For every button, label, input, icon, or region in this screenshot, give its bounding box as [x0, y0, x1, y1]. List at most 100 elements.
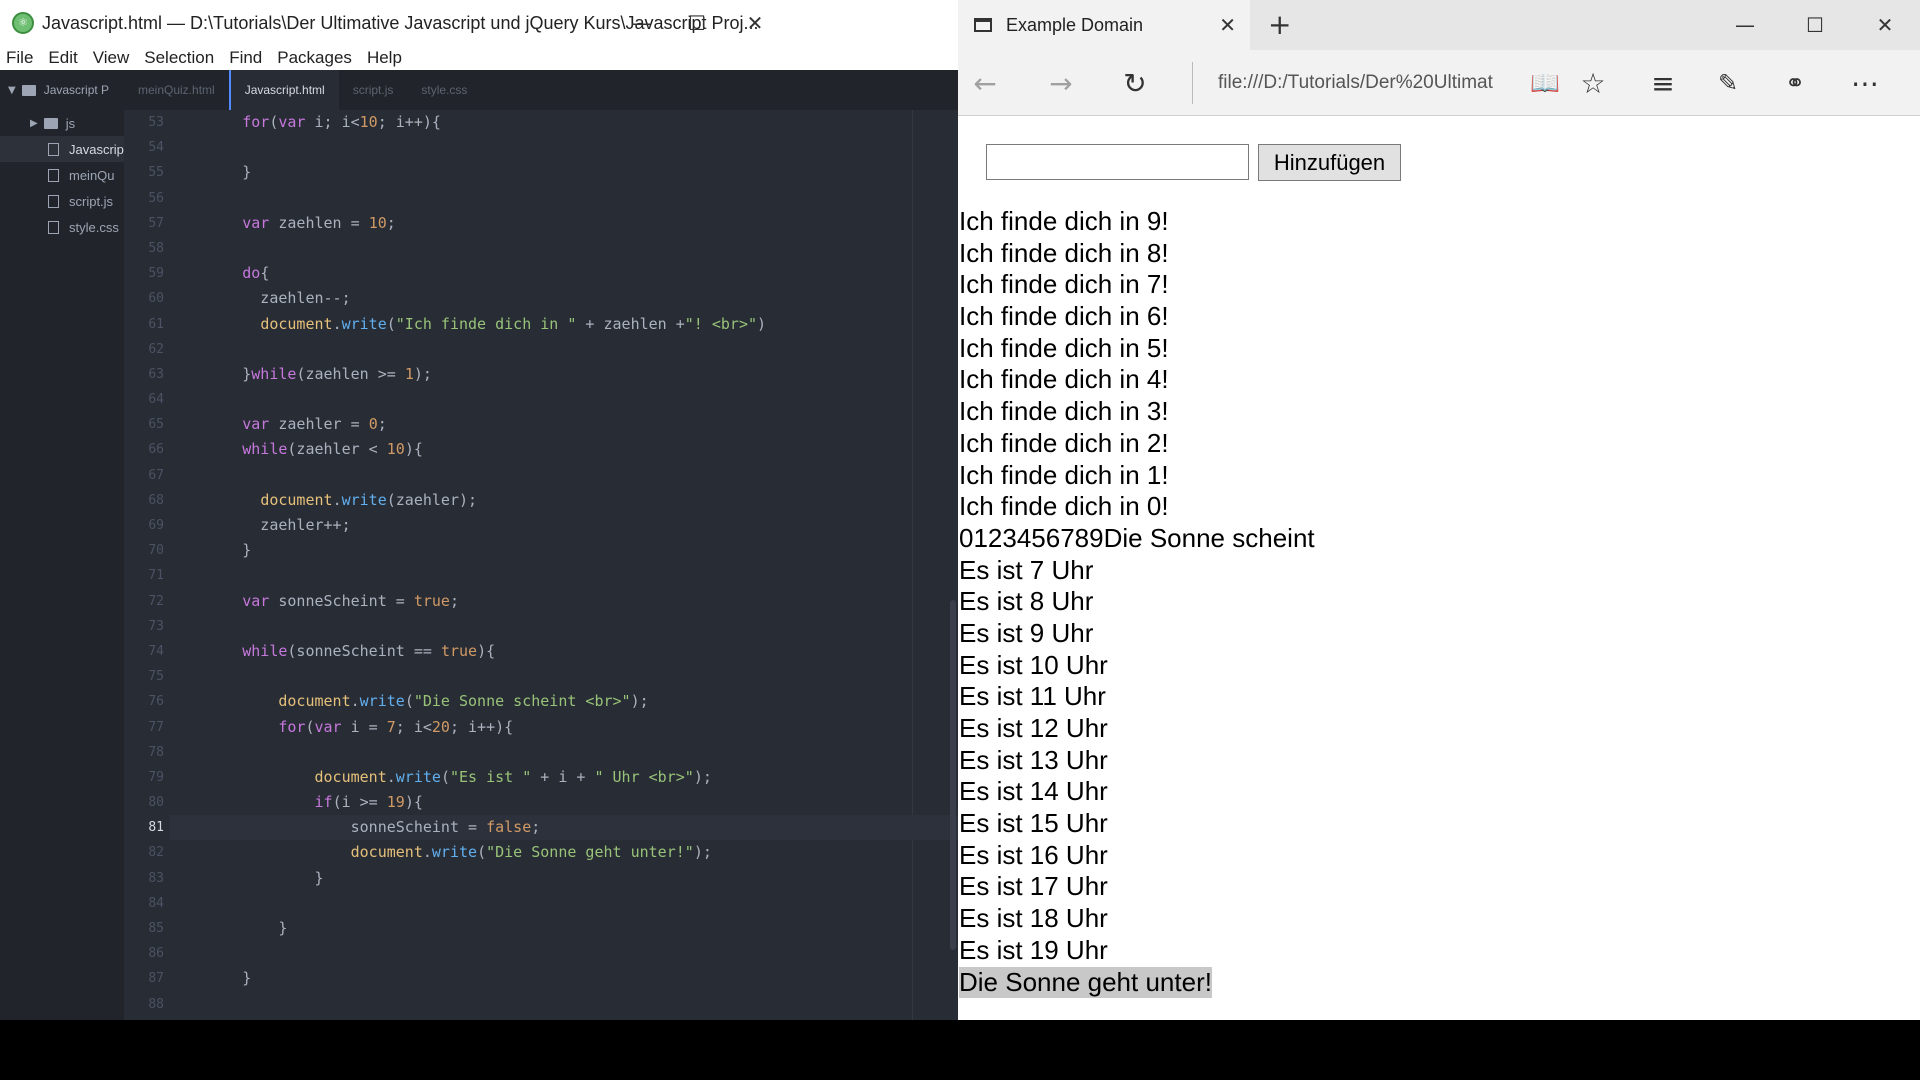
refresh-icon[interactable]: ↻	[1110, 50, 1160, 116]
reading-view-icon[interactable]: 📖	[1520, 50, 1570, 116]
code-editor[interactable]: for(var i; i<10; i++){ } var zaehlen = 1…	[170, 110, 958, 1020]
new-tab-icon[interactable]: +	[1268, 8, 1291, 41]
code-line[interactable]: zaehlen--;	[170, 286, 958, 311]
tree-root-label: Javascript P	[43, 83, 110, 97]
code-line[interactable]	[170, 992, 958, 1017]
code-line[interactable]: }	[170, 538, 958, 563]
tree-item-style-css[interactable]: style.css	[0, 214, 124, 240]
web-note-icon[interactable]: ✎	[1703, 50, 1753, 116]
code-line[interactable]: }	[170, 866, 958, 891]
menu-help[interactable]: Help	[367, 48, 402, 68]
editor-window: ⚛ Javascript.html — D:\Tutorials\Der Ult…	[0, 0, 958, 1020]
editor-titlebar[interactable]: ⚛ Javascript.html — D:\Tutorials\Der Ult…	[0, 0, 958, 46]
line-number: 71	[148, 568, 164, 584]
code-line[interactable]	[170, 186, 958, 211]
tab-meinquiz[interactable]: meinQuiz.html	[124, 70, 229, 110]
code-line[interactable]: document.write("Die Sonne geht unter!");	[170, 840, 958, 865]
code-line[interactable]	[170, 740, 958, 765]
close-icon[interactable]: ✕	[720, 0, 790, 46]
code-line[interactable]	[170, 387, 958, 412]
code-line[interactable]: document.write("Es ist " + i + " Uhr <br…	[170, 765, 958, 790]
code-line[interactable]: for(var i = 7; i<20; i++){	[170, 715, 958, 740]
code-line[interactable]: }	[170, 966, 958, 991]
star-icon[interactable]: ☆	[1568, 50, 1618, 116]
code-line[interactable]	[170, 236, 958, 261]
close-icon[interactable]: ✕	[1850, 0, 1920, 50]
output-line: Ich finde dich in 9!	[959, 206, 1169, 236]
page-icon	[974, 18, 992, 32]
browser-tabbar: Example Domain ✕ + — ☐ ✕	[958, 0, 1920, 50]
output-line: Ich finde dich in 4!	[959, 364, 1169, 395]
code-line[interactable]: while(zaehler < 10){	[170, 437, 958, 462]
line-number: 88	[148, 996, 164, 1012]
editor-tabbar: meinQuiz.html Javascript.html script.js …	[124, 70, 958, 110]
code-line[interactable]	[170, 941, 958, 966]
code-line[interactable]: do{	[170, 261, 958, 286]
code-line[interactable]: zaehler++;	[170, 513, 958, 538]
code-line[interactable]: }while(zaehlen >= 1);	[170, 362, 958, 387]
output-line: Es ist 13 Uhr	[959, 744, 1108, 775]
menu-selection[interactable]: Selection	[144, 48, 214, 68]
tree-item-js-folder[interactable]: ▶ js	[0, 110, 124, 136]
line-number: 53	[148, 115, 164, 130]
output-line: Es ist 19 Uhr	[959, 934, 1108, 965]
code-line[interactable]: if(i >= 19){	[170, 790, 958, 815]
tree-root-project[interactable]: ▼ Javascript P	[0, 70, 124, 110]
line-number: 62	[148, 341, 164, 357]
line-number: 60	[148, 291, 164, 307]
line-number: 65	[148, 417, 164, 433]
tree-item-javascript-html[interactable]: Javascrip	[0, 136, 124, 162]
code-line[interactable]: while(sonneScheint == true){	[170, 639, 958, 664]
hub-icon[interactable]: ≡	[1638, 50, 1688, 116]
page-content: Hinzufügen Ich finde dich in 9! Ich finde…	[958, 116, 1920, 1020]
share-icon[interactable]: ⚭	[1770, 50, 1820, 116]
tab-script-js[interactable]: script.js	[339, 70, 408, 110]
code-line[interactable]	[170, 463, 958, 488]
output-line: 0123456789Die Sonne scheint	[959, 522, 1315, 553]
editor-scrollbar[interactable]	[950, 600, 956, 950]
code-line[interactable]: sonneScheint = false;	[170, 815, 958, 841]
menu-view[interactable]: View	[93, 48, 130, 68]
browser-tab[interactable]: Example Domain ✕	[958, 0, 1250, 50]
output-line: Ich finde dich in 2!	[959, 427, 1169, 458]
forward-arrow-icon[interactable]: →	[1036, 50, 1086, 116]
code-line[interactable]: document.write("Ich finde dich in " + za…	[170, 312, 958, 337]
tab-javascript-html[interactable]: Javascript.html	[228, 70, 339, 110]
output-line: Es ist 14 Uhr	[959, 776, 1108, 807]
code-line[interactable]: var sonneScheint = true;	[170, 589, 958, 614]
minimize-icon[interactable]: —	[1710, 0, 1780, 50]
tab-style-css[interactable]: style.css	[407, 70, 481, 110]
address-bar[interactable]: file:///D:/Tutorials/Der%20Ultimat	[1218, 68, 1498, 98]
tree-item-script-js[interactable]: script.js	[0, 188, 124, 214]
line-number: 56	[148, 190, 164, 206]
folder-icon	[21, 84, 36, 96]
code-line[interactable]: for(var i; i<10; i++){	[170, 110, 958, 135]
code-line[interactable]	[170, 891, 958, 916]
back-arrow-icon[interactable]: ←	[960, 50, 1010, 116]
menu-file[interactable]: File	[6, 48, 33, 68]
code-line[interactable]	[170, 337, 958, 362]
code-line[interactable]	[170, 563, 958, 588]
more-icon[interactable]: ⋯	[1840, 50, 1890, 116]
add-button[interactable]: Hinzufügen	[1258, 144, 1401, 181]
line-number-gutter: 53 54 55 56 57 58 59 60 61 62 63 64 65 66 67 68 69 70 71 72…	[124, 110, 170, 1020]
tab-close-icon[interactable]: ✕	[1219, 13, 1236, 37]
line-number: 83	[148, 870, 164, 886]
menu-packages[interactable]: Packages	[277, 48, 352, 68]
line-number: 74	[148, 643, 164, 659]
code-line[interactable]: document.write(zaehler);	[170, 488, 958, 513]
output-line: Es ist 12 Uhr	[959, 713, 1108, 743]
menu-find[interactable]: Find	[229, 48, 262, 68]
code-line[interactable]: var zaehler = 0;	[170, 412, 958, 437]
code-line[interactable]	[170, 135, 958, 160]
code-line[interactable]: document.write("Die Sonne scheint <br>")…	[170, 689, 958, 714]
code-line[interactable]: var zaehlen = 10;	[170, 211, 958, 236]
code-line[interactable]	[170, 664, 958, 689]
code-line[interactable]	[170, 614, 958, 639]
text-input[interactable]	[986, 144, 1249, 180]
menu-edit[interactable]: Edit	[48, 48, 77, 68]
code-line[interactable]: }	[170, 160, 958, 185]
code-line[interactable]: }	[170, 916, 958, 941]
maximize-icon[interactable]: ☐	[1780, 0, 1850, 50]
tree-item-meinquiz[interactable]: meinQu	[0, 162, 124, 188]
